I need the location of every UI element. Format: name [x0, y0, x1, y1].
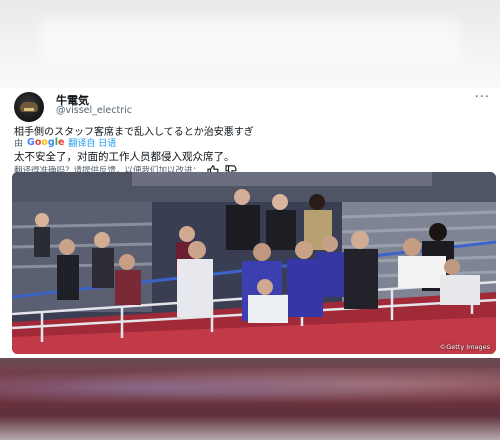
more-options-icon[interactable]: ··· [475, 90, 490, 105]
google-logo: Google [27, 137, 65, 148]
stadium-crowd-image [12, 172, 496, 354]
blurred-top-background [0, 0, 500, 88]
translated-from-link[interactable]: 翻译自 日语 [68, 136, 116, 149]
photo-credit: ©Getty Images [439, 343, 490, 351]
avatar[interactable] [14, 92, 44, 122]
translation-attribution: 由 Google 翻译自 日语 [14, 136, 116, 149]
tweet-photo[interactable]: ©Getty Images [12, 172, 496, 354]
translated-by-prefix: 由 [14, 139, 24, 149]
user-handle[interactable]: @vissel_electric [56, 105, 132, 116]
blurred-bottom-background [0, 358, 500, 440]
tweet-card[interactable]: 牛電気 @vissel_electric ··· 相手側のスタッフ客席まで乱入し… [0, 88, 500, 358]
translated-tweet-text: 太不安全了，对面的工作人员都侵入观众席了。 [14, 151, 235, 163]
